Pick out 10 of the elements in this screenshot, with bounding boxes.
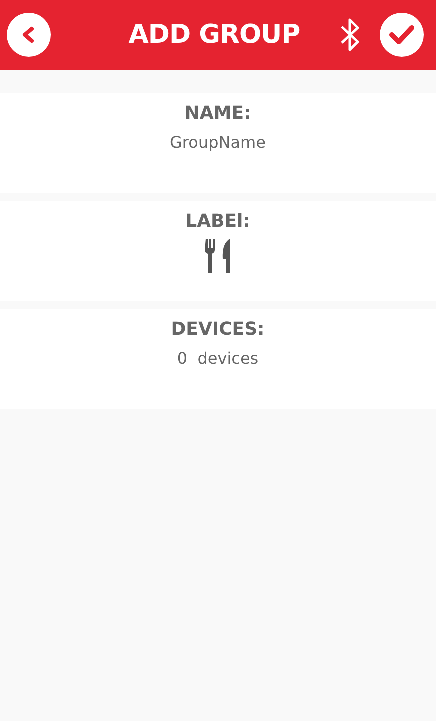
section-label: NAME: xyxy=(184,103,252,124)
section-value: 0 devices xyxy=(177,349,259,368)
section-value: GroupName xyxy=(170,133,266,152)
section-label: LABEl: xyxy=(186,211,250,232)
confirm-button[interactable] xyxy=(380,13,424,57)
checkmark-icon xyxy=(389,24,415,46)
fork-knife-icon[interactable] xyxy=(204,238,232,274)
page-title: ADD GROUP xyxy=(128,20,302,50)
section-label: DEVICES: xyxy=(171,319,265,340)
back-button[interactable] xyxy=(7,13,51,57)
